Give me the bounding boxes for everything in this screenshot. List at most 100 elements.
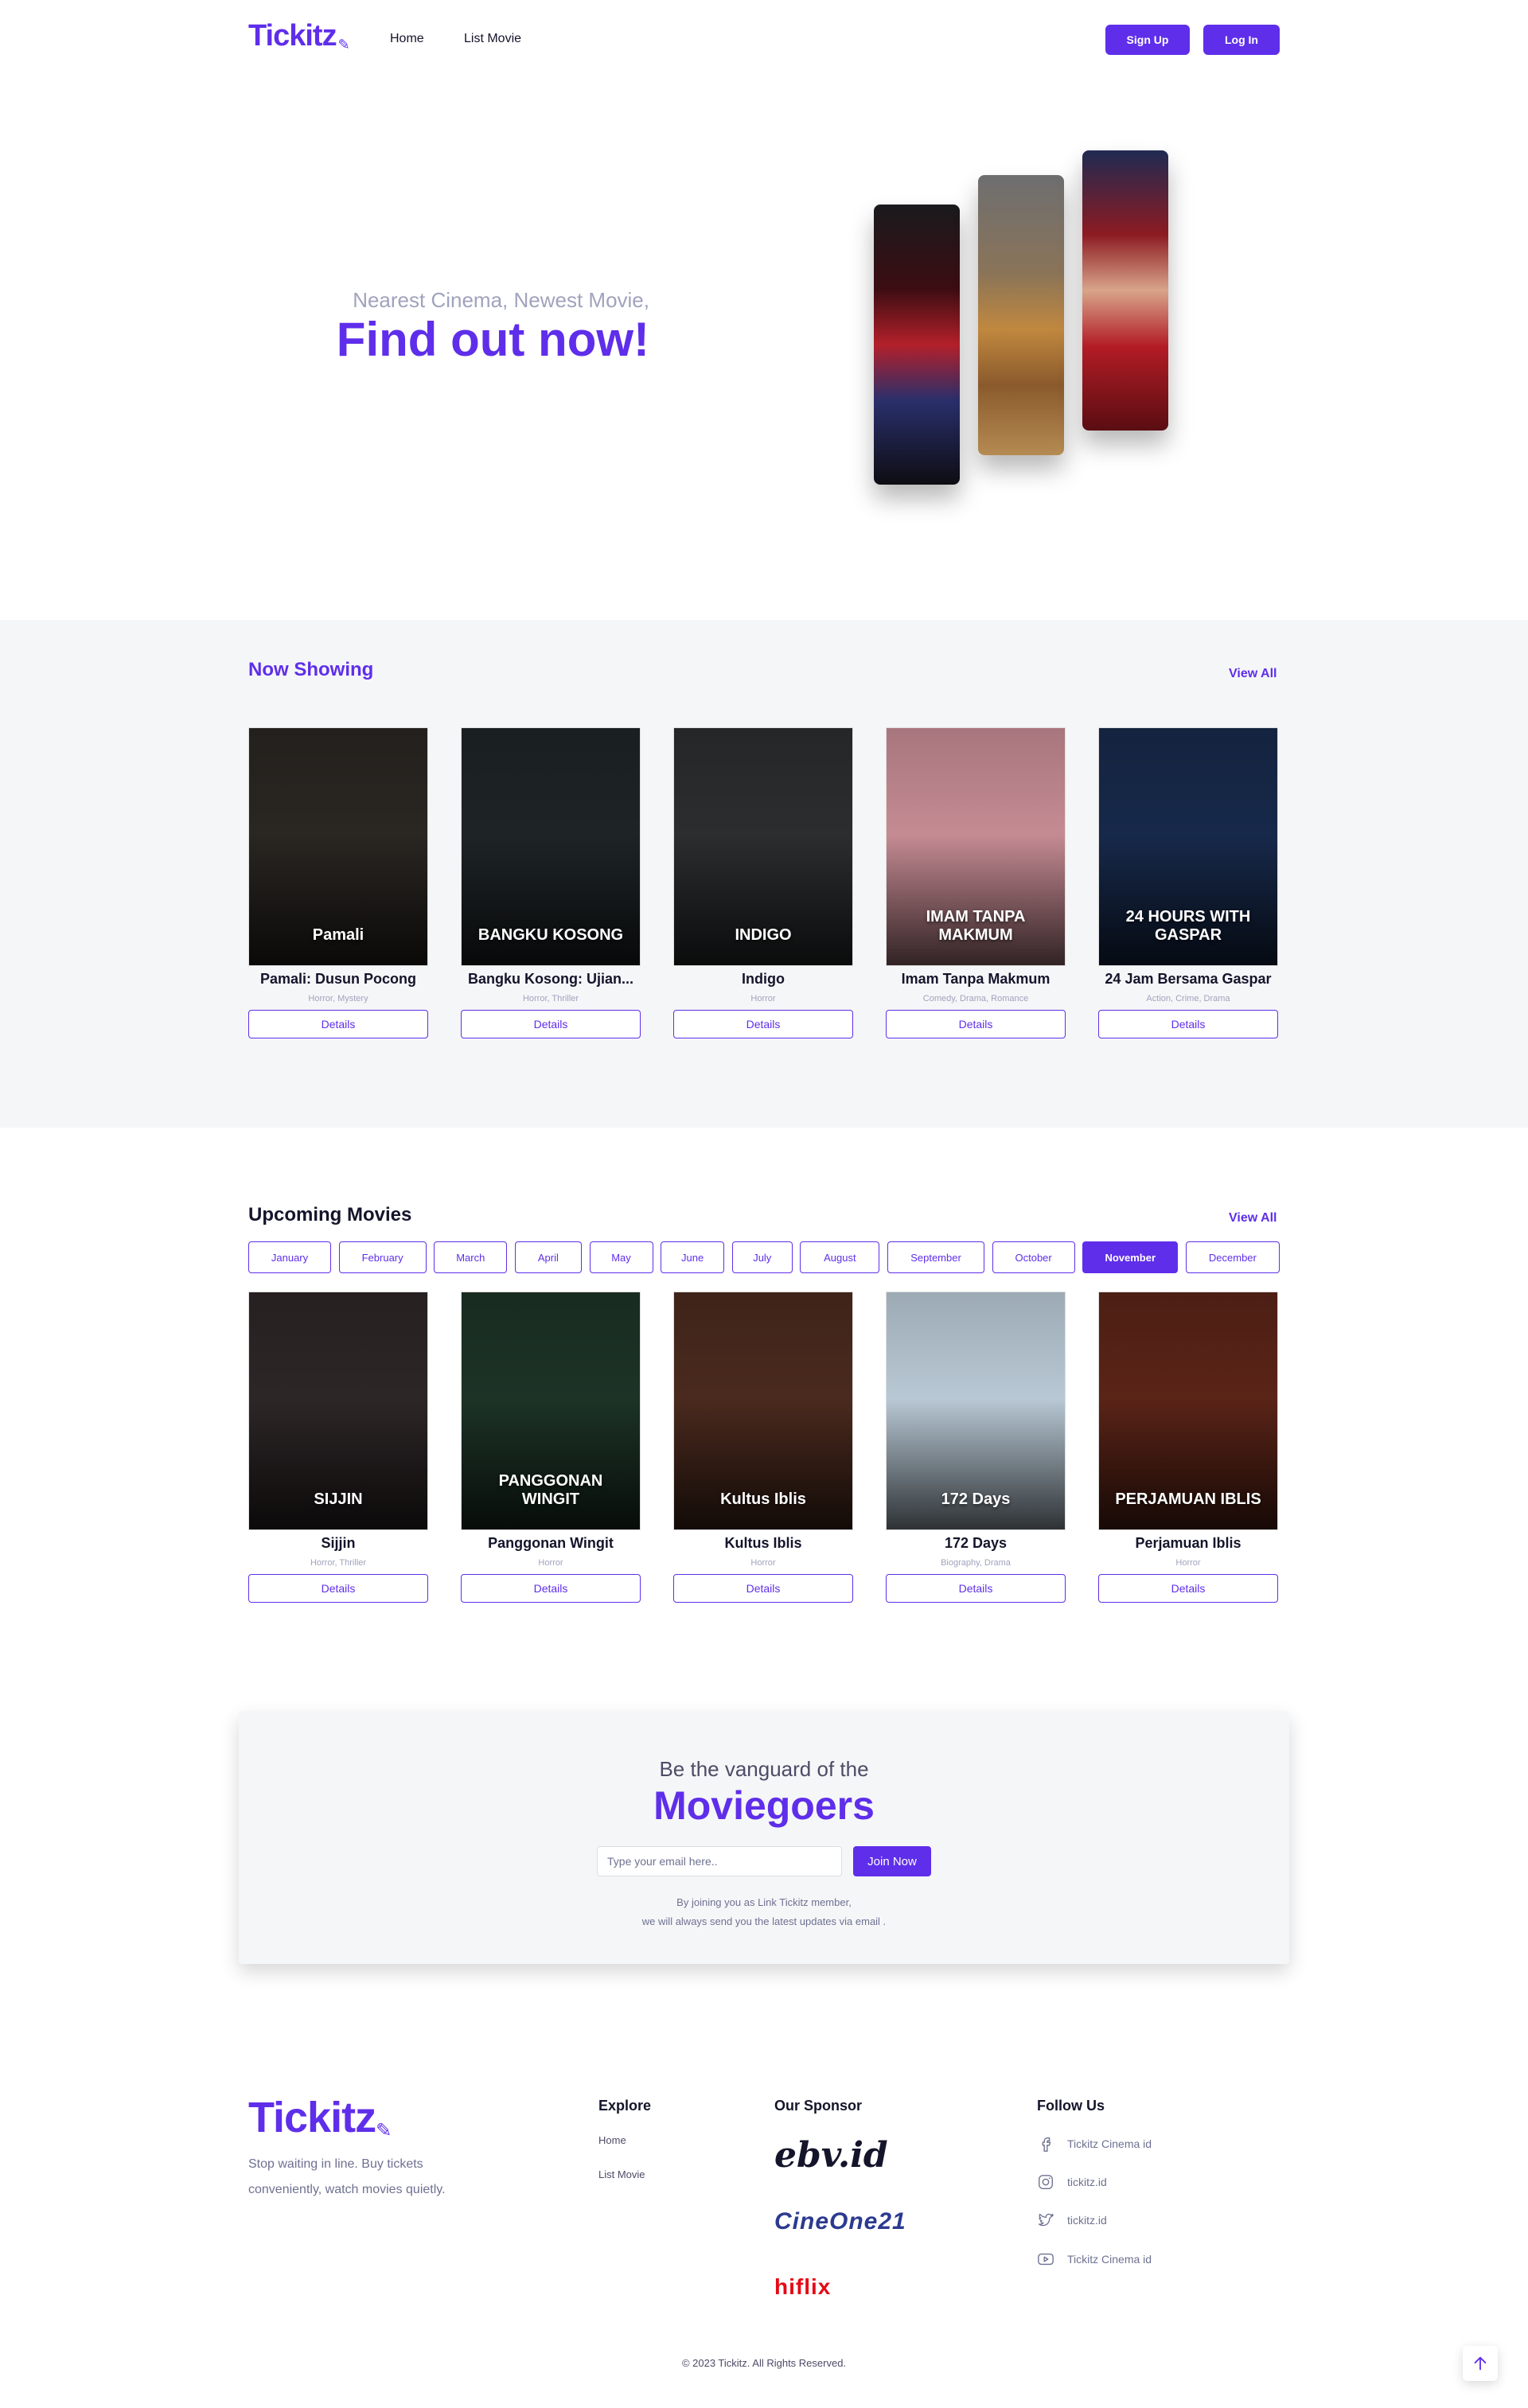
nav-link-list-movie[interactable]: List Movie — [464, 32, 521, 46]
sponsor-ebv-logo[interactable]: ebv.id — [774, 2135, 888, 2176]
poster-title-art: BANGKU KOSONG — [477, 926, 624, 944]
month-button-may[interactable]: May — [589, 1241, 653, 1273]
nav-link-home[interactable]: Home — [390, 32, 424, 46]
newsletter-email-input[interactable] — [597, 1846, 842, 1876]
log-in-button[interactable]: Log In — [1203, 25, 1280, 55]
now-showing-view-all-link[interactable]: View All — [1229, 667, 1277, 681]
details-button[interactable]: Details — [886, 1574, 1066, 1603]
sponsor-hiflix-logo[interactable]: hiflix — [774, 2274, 831, 2300]
movie-poster[interactable]: SIJJIN — [248, 1292, 428, 1530]
footer-link-home[interactable]: Home — [598, 2134, 626, 2146]
movie-card[interactable]: Kultus Iblis Kultus Iblis Horror Details — [673, 1292, 853, 1603]
footer-logo[interactable]: Tickitz✎ — [248, 2093, 392, 2142]
movie-poster[interactable]: INDIGO — [673, 727, 853, 966]
hero-poster-1 — [874, 205, 960, 485]
sponsor-cineone21-logo[interactable]: CineOne21 — [774, 2208, 906, 2235]
movie-genre: Horror, Thriller — [310, 1558, 367, 1568]
movie-title: Imam Tanpa Makmum — [901, 971, 1050, 987]
movie-genre: Horror, Mystery — [308, 994, 368, 1003]
follow-youtube-link[interactable]: Tickitz Cinema id — [1037, 2250, 1152, 2268]
poster-title-art: Kultus Iblis — [720, 1490, 806, 1508]
details-button[interactable]: Details — [248, 1010, 428, 1038]
month-button-august[interactable]: August — [800, 1241, 880, 1273]
movie-poster[interactable]: PANGGONAN WINGIT — [461, 1292, 641, 1530]
footer-link-list-movie[interactable]: List Movie — [598, 2168, 645, 2180]
follow-facebook-link[interactable]: Tickitz Cinema id — [1037, 2135, 1152, 2153]
movie-card[interactable]: 172 Days 172 Days Biography, Drama Details — [886, 1292, 1066, 1603]
movie-genre: Horror, Thriller — [522, 994, 579, 1003]
details-button[interactable]: Details — [461, 1574, 641, 1603]
movie-title: Kultus Iblis — [724, 1535, 802, 1551]
movie-poster[interactable]: Kultus Iblis — [673, 1292, 853, 1530]
details-button[interactable]: Details — [1098, 1010, 1278, 1038]
poster-title-art: IMAM TANPA MAKMUM — [926, 908, 1026, 944]
movie-title: Indigo — [742, 971, 785, 987]
newsletter-note-line2: we will always send you the latest updat… — [641, 1915, 887, 1927]
follow-instagram-link[interactable]: tickitz.id — [1037, 2173, 1107, 2191]
movie-genre: Horror — [750, 994, 776, 1003]
month-button-july[interactable]: July — [731, 1241, 793, 1273]
movie-card[interactable]: Pamali Pamali: Dusun Pocong Horror, Myster… — [248, 727, 428, 1038]
follow-label: Tickitz Cinema id — [1067, 2137, 1152, 2150]
movie-card[interactable]: PANGGONAN WINGIT Panggonan Wingit Horror De… — [461, 1292, 641, 1603]
movie-poster[interactable]: BANGKU KOSONG — [461, 727, 641, 966]
details-button[interactable]: Details — [886, 1010, 1066, 1038]
month-button-october[interactable]: October — [992, 1241, 1075, 1273]
follow-label: tickitz.id — [1067, 2214, 1107, 2227]
upcoming-movies-title: Upcoming Movies — [248, 1204, 412, 1225]
details-button[interactable]: Details — [673, 1574, 853, 1603]
movie-card[interactable]: PERJAMUAN IBLIS Perjamuan Iblis Horror Deta… — [1098, 1292, 1278, 1603]
footer-sponsor-title: Our Sponsor — [774, 2098, 863, 2114]
movie-card[interactable]: IMAM TANPA MAKMUM Imam Tanpa Makmum Comedy… — [886, 727, 1066, 1038]
month-button-november[interactable]: November — [1082, 1241, 1179, 1273]
hero-subtitle: Nearest Cinema, Newest Movie, — [353, 288, 649, 312]
month-button-december[interactable]: December — [1185, 1241, 1280, 1273]
details-button[interactable]: Details — [248, 1574, 428, 1603]
movie-poster[interactable]: PERJAMUAN IBLIS — [1098, 1292, 1278, 1530]
logo[interactable]: Tickitz ✎ — [248, 19, 350, 53]
movie-poster[interactable]: IMAM TANPA MAKMUM — [886, 727, 1066, 966]
poster-title-art: INDIGO — [735, 926, 792, 944]
movie-card[interactable]: 24 HOURS WITH GASPAR 24 Jam Bersama Gaspa… — [1098, 727, 1278, 1038]
movie-card[interactable]: BANGKU KOSONG Bangku Kosong: Ujian... Horr… — [461, 727, 641, 1038]
movie-card[interactable]: INDIGO Indigo Horror Details — [673, 727, 853, 1038]
details-button[interactable]: Details — [461, 1010, 641, 1038]
month-button-april[interactable]: April — [514, 1241, 582, 1273]
follow-twitter-link[interactable]: tickitz.id — [1037, 2211, 1107, 2229]
join-now-button[interactable]: Join Now — [853, 1846, 931, 1876]
footer-follow-title: Follow Us — [1037, 2098, 1105, 2114]
poster-title-art: PERJAMUAN IBLIS — [1115, 1490, 1261, 1508]
poster-title-art: Pamali — [312, 926, 364, 944]
month-button-february[interactable]: February — [338, 1241, 427, 1273]
details-button[interactable]: Details — [673, 1010, 853, 1038]
month-button-june[interactable]: June — [661, 1241, 725, 1273]
details-button[interactable]: Details — [1098, 1574, 1278, 1603]
movie-title: 172 Days — [944, 1535, 1008, 1551]
sign-up-button[interactable]: Sign Up — [1105, 25, 1190, 55]
youtube-icon — [1038, 2253, 1054, 2266]
poster-title-art: SIJJIN — [314, 1490, 363, 1508]
month-button-september[interactable]: September — [887, 1241, 984, 1273]
movie-poster[interactable]: 24 HOURS WITH GASPAR — [1098, 727, 1278, 966]
footer-description-line2: conveniently, watch movies quietly. — [248, 2183, 446, 2196]
footer-description-line1: Stop waiting in line. Buy tickets — [248, 2157, 423, 2171]
movie-title: 24 Jam Bersama Gaspar — [1105, 971, 1272, 987]
hero-poster-3 — [1082, 150, 1168, 431]
movie-title: Pamali: Dusun Pocong — [259, 971, 417, 987]
logo-ticket-icon: ✎ — [337, 37, 350, 53]
month-button-january[interactable]: January — [248, 1241, 331, 1273]
hero-title: Find out now! — [336, 313, 649, 366]
arrow-up-icon — [1474, 2356, 1487, 2371]
movie-title: Perjamuan Iblis — [1135, 1535, 1242, 1551]
hero-poster-2 — [978, 175, 1064, 455]
movie-card[interactable]: SIJJIN Sijjin Horror, Thriller Details — [248, 1292, 428, 1603]
movie-poster[interactable]: 172 Days — [886, 1292, 1066, 1530]
upcoming-view-all-link[interactable]: View All — [1229, 1211, 1277, 1225]
scroll-to-top-button[interactable] — [1463, 2346, 1498, 2381]
month-button-march[interactable]: March — [434, 1241, 508, 1273]
newsletter-title: Moviegoers — [653, 1783, 875, 1828]
movie-genre: Action, Crime, Drama — [1146, 994, 1230, 1003]
movie-poster[interactable]: Pamali — [248, 727, 428, 966]
movie-genre: Horror — [1175, 1558, 1201, 1568]
newsletter-box: Be the vanguard of the Moviegoers Join N… — [239, 1711, 1289, 1964]
